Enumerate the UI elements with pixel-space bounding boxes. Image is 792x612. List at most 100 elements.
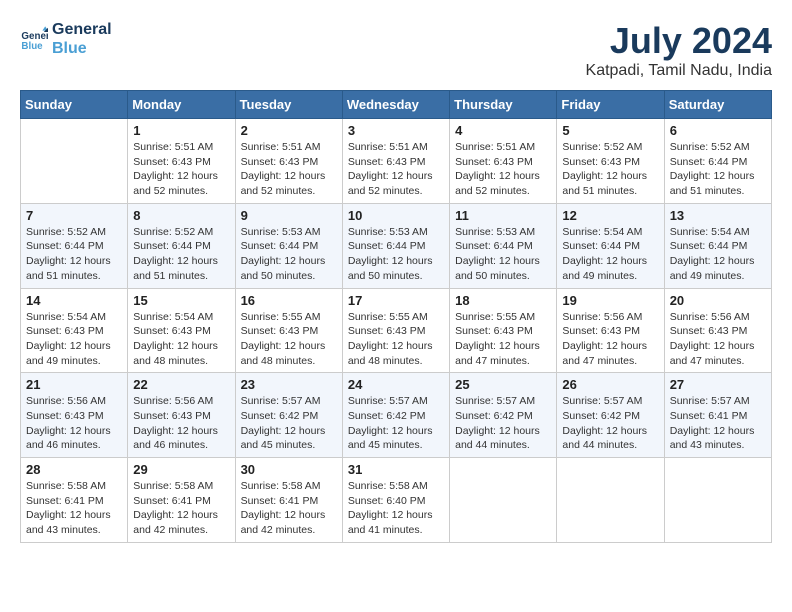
calendar-cell: 21Sunrise: 5:56 AM Sunset: 6:43 PM Dayli… (21, 373, 128, 458)
header-sunday: Sunday (21, 91, 128, 119)
day-number: 4 (455, 123, 551, 138)
week-row-0: 1 Sunrise: 5:51 AM Sunset: 6:43 PM Daylig… (21, 119, 772, 204)
week-row-1: 7Sunrise: 5:52 AM Sunset: 6:44 PM Daylig… (21, 203, 772, 288)
day-number: 11 (455, 208, 551, 223)
day-info: Sunrise: 5:53 AM Sunset: 6:44 PM Dayligh… (241, 225, 337, 284)
header-monday: Monday (128, 91, 235, 119)
day-number: 20 (670, 293, 766, 308)
day-number: 30 (241, 462, 337, 477)
day-number: 1 (133, 123, 229, 138)
day-number: 31 (348, 462, 444, 477)
day-number: 8 (133, 208, 229, 223)
week-row-2: 14 Sunrise: 5:54 AM Sunset: 6:43 PM Dayli… (21, 288, 772, 373)
calendar-cell: 18Sunrise: 5:55 AM Sunset: 6:43 PM Dayli… (450, 288, 557, 373)
calendar-cell: 11 Sunrise: 5:53 AM Sunset: 6:44 PM Dayli… (450, 203, 557, 288)
calendar-cell: 10 Sunrise: 5:53 AM Sunset: 6:44 PM Dayli… (342, 203, 449, 288)
header-thursday: Thursday (450, 91, 557, 119)
day-info: Sunrise: 5:54 AM Sunset: 6:44 PM Dayligh… (562, 225, 658, 284)
day-info: Sunrise: 5:57 AM Sunset: 6:41 PM Dayligh… (670, 394, 766, 453)
day-number: 10 (348, 208, 444, 223)
calendar-cell: 28 Sunrise: 5:58 AM Sunset: 6:41 PM Dayli… (21, 458, 128, 543)
calendar-cell (21, 119, 128, 204)
day-number: 28 (26, 462, 122, 477)
calendar-cell: 19Sunrise: 5:56 AM Sunset: 6:43 PM Dayli… (557, 288, 664, 373)
day-info: Sunrise: 5:57 AM Sunset: 6:42 PM Dayligh… (455, 394, 551, 453)
calendar-body: 1 Sunrise: 5:51 AM Sunset: 6:43 PM Daylig… (21, 119, 772, 543)
calendar-cell: 2 Sunrise: 5:51 AM Sunset: 6:43 PM Daylig… (235, 119, 342, 204)
day-number: 24 (348, 377, 444, 392)
calendar-cell: 12 Sunrise: 5:54 AM Sunset: 6:44 PM Dayli… (557, 203, 664, 288)
day-info: Sunrise: 5:55 AM Sunset: 6:43 PM Dayligh… (455, 310, 551, 369)
calendar-cell: 14 Sunrise: 5:54 AM Sunset: 6:43 PM Dayli… (21, 288, 128, 373)
calendar-cell: 15 Sunrise: 5:54 AM Sunset: 6:43 PM Dayli… (128, 288, 235, 373)
day-number: 19 (562, 293, 658, 308)
header-tuesday: Tuesday (235, 91, 342, 119)
day-info: Sunrise: 5:52 AM Sunset: 6:44 PM Dayligh… (670, 140, 766, 199)
day-info: Sunrise: 5:57 AM Sunset: 6:42 PM Dayligh… (562, 394, 658, 453)
calendar-table: SundayMondayTuesdayWednesdayThursdayFrid… (20, 90, 772, 543)
day-info: Sunrise: 5:52 AM Sunset: 6:44 PM Dayligh… (133, 225, 229, 284)
day-number: 21 (26, 377, 122, 392)
logo-icon: General Blue (20, 25, 48, 53)
calendar-cell: 6 Sunrise: 5:52 AM Sunset: 6:44 PM Daylig… (664, 119, 771, 204)
header-row: SundayMondayTuesdayWednesdayThursdayFrid… (21, 91, 772, 119)
day-number: 15 (133, 293, 229, 308)
calendar-cell: 13 Sunrise: 5:54 AM Sunset: 6:44 PM Dayli… (664, 203, 771, 288)
day-number: 5 (562, 123, 658, 138)
day-number: 3 (348, 123, 444, 138)
location-title: Katpadi, Tamil Nadu, India (586, 62, 772, 80)
day-info: Sunrise: 5:58 AM Sunset: 6:41 PM Dayligh… (26, 479, 122, 538)
week-row-4: 28 Sunrise: 5:58 AM Sunset: 6:41 PM Dayli… (21, 458, 772, 543)
calendar-cell: 31 Sunrise: 5:58 AM Sunset: 6:40 PM Dayli… (342, 458, 449, 543)
day-number: 17 (348, 293, 444, 308)
calendar-header: SundayMondayTuesdayWednesdayThursdayFrid… (21, 91, 772, 119)
day-info: Sunrise: 5:51 AM Sunset: 6:43 PM Dayligh… (348, 140, 444, 199)
calendar-cell: 20 Sunrise: 5:56 AM Sunset: 6:43 PM Dayli… (664, 288, 771, 373)
day-info: Sunrise: 5:53 AM Sunset: 6:44 PM Dayligh… (455, 225, 551, 284)
calendar-cell (450, 458, 557, 543)
day-number: 25 (455, 377, 551, 392)
day-number: 16 (241, 293, 337, 308)
logo-line2: Blue (52, 39, 112, 58)
calendar-cell: 17Sunrise: 5:55 AM Sunset: 6:43 PM Dayli… (342, 288, 449, 373)
calendar-cell: 1Sunrise: 5:51 AM Sunset: 6:43 PM Daylig… (128, 119, 235, 204)
day-info: Sunrise: 5:58 AM Sunset: 6:41 PM Dayligh… (133, 479, 229, 538)
logo: General Blue General Blue (20, 20, 112, 58)
calendar-cell: 22 Sunrise: 5:56 AM Sunset: 6:43 PM Dayli… (128, 373, 235, 458)
day-info: Sunrise: 5:56 AM Sunset: 6:43 PM Dayligh… (133, 394, 229, 453)
calendar-cell: 25 Sunrise: 5:57 AM Sunset: 6:42 PM Dayli… (450, 373, 557, 458)
calendar-cell: 7Sunrise: 5:52 AM Sunset: 6:44 PM Daylig… (21, 203, 128, 288)
day-info: Sunrise: 5:54 AM Sunset: 6:43 PM Dayligh… (133, 310, 229, 369)
day-number: 6 (670, 123, 766, 138)
logo-line1: General (52, 20, 112, 39)
day-info: Sunrise: 5:53 AM Sunset: 6:44 PM Dayligh… (348, 225, 444, 284)
day-info: Sunrise: 5:52 AM Sunset: 6:44 PM Dayligh… (26, 225, 122, 284)
day-number: 29 (133, 462, 229, 477)
calendar-cell: 24Sunrise: 5:57 AM Sunset: 6:42 PM Dayli… (342, 373, 449, 458)
day-info: Sunrise: 5:56 AM Sunset: 6:43 PM Dayligh… (670, 310, 766, 369)
day-info: Sunrise: 5:55 AM Sunset: 6:43 PM Dayligh… (241, 310, 337, 369)
day-info: Sunrise: 5:54 AM Sunset: 6:44 PM Dayligh… (670, 225, 766, 284)
day-info: Sunrise: 5:51 AM Sunset: 6:43 PM Dayligh… (241, 140, 337, 199)
calendar-cell: 9 Sunrise: 5:53 AM Sunset: 6:44 PM Daylig… (235, 203, 342, 288)
title-area: July 2024 Katpadi, Tamil Nadu, India (586, 20, 772, 80)
svg-text:Blue: Blue (21, 41, 43, 52)
page-header: General Blue General Blue July 2024 Katp… (20, 20, 772, 80)
day-info: Sunrise: 5:54 AM Sunset: 6:43 PM Dayligh… (26, 310, 122, 369)
day-number: 27 (670, 377, 766, 392)
day-number: 12 (562, 208, 658, 223)
week-row-3: 21 Sunrise: 5:56 AM Sunset: 6:43 PM Dayli… (21, 373, 772, 458)
calendar-cell (557, 458, 664, 543)
day-number: 13 (670, 208, 766, 223)
day-info: Sunrise: 5:58 AM Sunset: 6:41 PM Dayligh… (241, 479, 337, 538)
calendar-cell: 29 Sunrise: 5:58 AM Sunset: 6:41 PM Dayli… (128, 458, 235, 543)
day-number: 14 (26, 293, 122, 308)
calendar-cell: 30 Sunrise: 5:58 AM Sunset: 6:41 PM Dayli… (235, 458, 342, 543)
day-info: Sunrise: 5:58 AM Sunset: 6:40 PM Dayligh… (348, 479, 444, 538)
day-number: 26 (562, 377, 658, 392)
day-number: 2 (241, 123, 337, 138)
day-number: 9 (241, 208, 337, 223)
calendar-cell: 8 Sunrise: 5:52 AM Sunset: 6:44 PM Daylig… (128, 203, 235, 288)
month-title: July 2024 (586, 20, 772, 62)
day-number: 22 (133, 377, 229, 392)
